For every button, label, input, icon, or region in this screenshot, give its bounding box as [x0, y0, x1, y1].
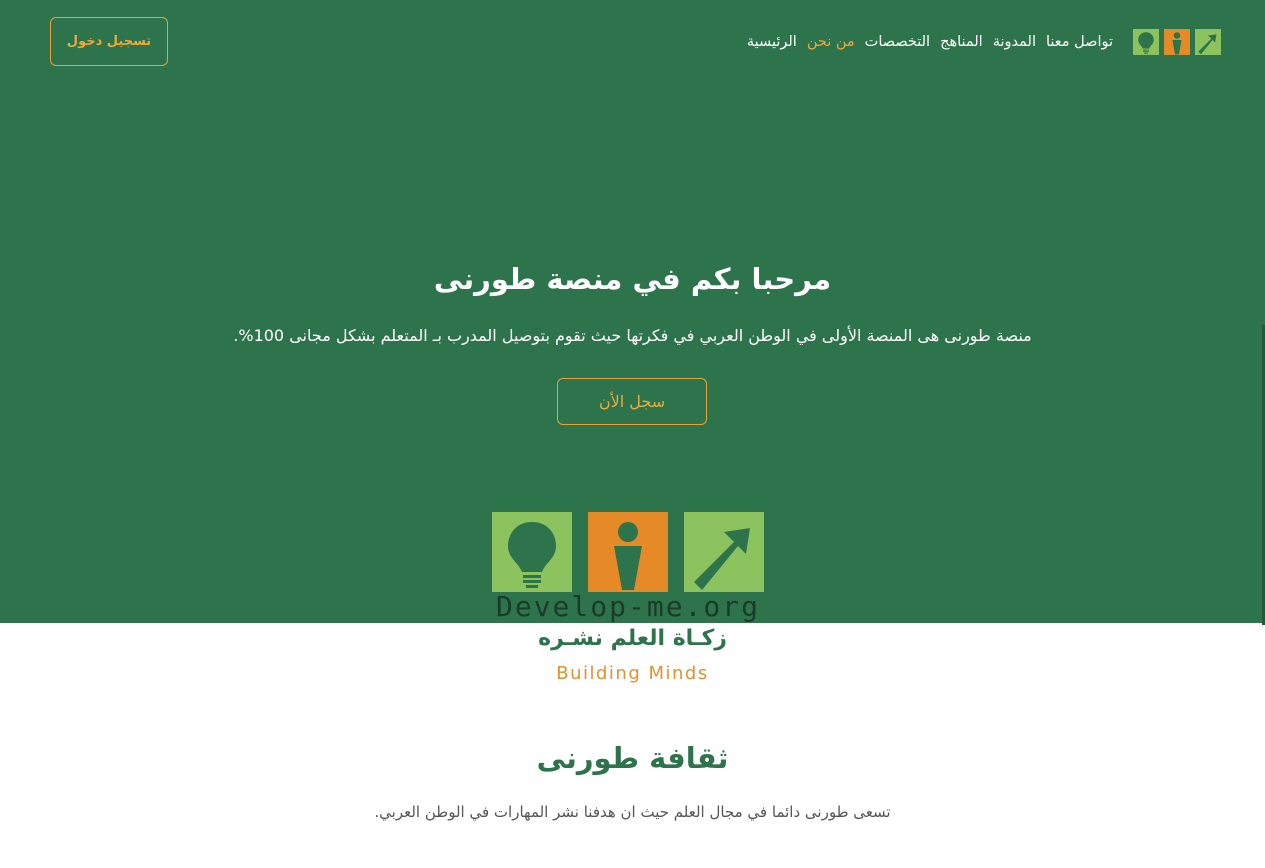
nav-item-specializations[interactable]: التخصصات: [865, 34, 930, 54]
person-icon: [588, 512, 668, 592]
site-logo[interactable]: [1133, 29, 1221, 55]
nav-item-blog[interactable]: المدونة: [993, 34, 1036, 54]
culture-title: ثقافة طورنى: [536, 741, 729, 775]
person-icon: [1164, 29, 1190, 55]
lightbulb-icon: [1133, 29, 1159, 55]
lightbulb-icon: [492, 512, 572, 592]
tagline-english: Building Minds: [556, 663, 709, 684]
tagline-arabic: زكـاة العلم نشـره: [538, 626, 727, 651]
arrow-up-right-icon: [1195, 29, 1221, 55]
arrow-up-right-icon: [684, 512, 764, 592]
hero-title: مرحبا بكم في منصة طورنى: [433, 262, 832, 296]
nav-item-contact[interactable]: تواصل معنا: [1046, 34, 1113, 54]
nav-item-about[interactable]: من نحن: [807, 34, 855, 54]
logo-wordmark: Develop-me.org: [495, 590, 760, 623]
nav-item-curricula[interactable]: المناهج: [940, 34, 983, 54]
main-nav: الرئيسية من نحن التخصصات المناهج المدونة…: [747, 34, 1113, 54]
hero-subtitle: منصة طورنى هى المنصة الأولى في الوطن الع…: [233, 326, 1032, 345]
login-button[interactable]: تسجيل دخول: [50, 17, 168, 66]
register-now-button[interactable]: سجل الأن: [557, 378, 707, 425]
nav-item-home[interactable]: الرئيسية: [747, 34, 797, 54]
culture-subtitle: تسعى طورنى دائما في مجال العلم حيث ان هد…: [374, 803, 891, 821]
brand-logo: [492, 512, 764, 592]
